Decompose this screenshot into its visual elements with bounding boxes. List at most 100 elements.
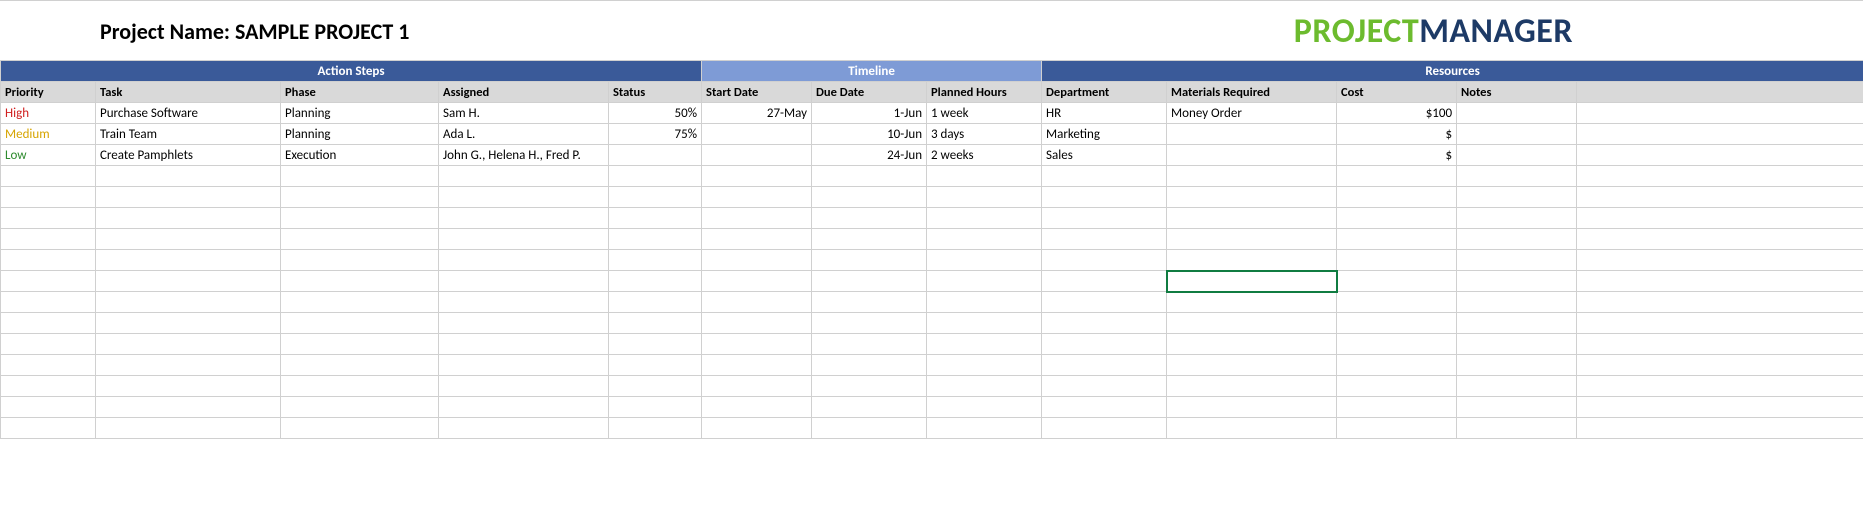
cell-assigned[interactable]: Ada L.	[439, 124, 609, 145]
cell[interactable]	[1337, 355, 1457, 376]
cell[interactable]	[1577, 418, 1863, 439]
cell[interactable]	[1577, 187, 1863, 208]
cell[interactable]	[1167, 397, 1337, 418]
cell[interactable]	[1337, 397, 1457, 418]
cell[interactable]	[1042, 397, 1167, 418]
cell-cost[interactable]: $100	[1337, 103, 1457, 124]
cell[interactable]	[1577, 313, 1863, 334]
cell[interactable]	[281, 187, 439, 208]
cell[interactable]	[96, 187, 281, 208]
cell[interactable]	[1457, 397, 1577, 418]
cell[interactable]	[927, 229, 1042, 250]
cell[interactable]	[812, 166, 927, 187]
cell-status[interactable]: 75%	[609, 124, 702, 145]
col-assigned[interactable]: Assigned	[439, 82, 609, 103]
col-cost[interactable]: Cost	[1337, 82, 1457, 103]
cell[interactable]	[812, 271, 927, 292]
col-priority[interactable]: Priority	[1, 82, 96, 103]
cell-start-date[interactable]: 27-May	[702, 103, 812, 124]
cell[interactable]	[1, 418, 96, 439]
cell[interactable]	[927, 313, 1042, 334]
cell[interactable]	[927, 250, 1042, 271]
cell[interactable]	[281, 355, 439, 376]
cell[interactable]	[439, 271, 609, 292]
cell[interactable]	[609, 397, 702, 418]
cell[interactable]	[281, 208, 439, 229]
cell[interactable]	[281, 334, 439, 355]
cell[interactable]	[439, 250, 609, 271]
cell[interactable]	[1, 397, 96, 418]
cell[interactable]	[281, 271, 439, 292]
cell[interactable]	[1577, 376, 1863, 397]
cell[interactable]	[281, 418, 439, 439]
cell[interactable]	[1042, 166, 1167, 187]
col-notes[interactable]: Notes	[1457, 82, 1577, 103]
cell[interactable]	[1, 166, 96, 187]
cell-materials[interactable]	[1167, 124, 1337, 145]
cell-notes[interactable]	[1457, 103, 1577, 124]
cell[interactable]	[927, 376, 1042, 397]
cell[interactable]	[812, 229, 927, 250]
cell[interactable]	[702, 229, 812, 250]
cell[interactable]	[1167, 166, 1337, 187]
cell[interactable]	[1577, 271, 1863, 292]
cell[interactable]	[702, 355, 812, 376]
cell[interactable]	[927, 334, 1042, 355]
cell[interactable]	[1, 376, 96, 397]
cell[interactable]	[439, 376, 609, 397]
cell[interactable]	[1167, 334, 1337, 355]
cell[interactable]	[927, 208, 1042, 229]
cell[interactable]	[1, 355, 96, 376]
cell[interactable]	[1042, 334, 1167, 355]
cell[interactable]	[281, 250, 439, 271]
cell[interactable]	[1577, 166, 1863, 187]
cell[interactable]	[1457, 187, 1577, 208]
cell-department[interactable]: Sales	[1042, 145, 1167, 166]
cell[interactable]	[96, 355, 281, 376]
cell[interactable]	[281, 166, 439, 187]
cell[interactable]	[1, 334, 96, 355]
cell[interactable]	[1, 187, 96, 208]
col-start-date[interactable]: Start Date	[702, 82, 812, 103]
project-table[interactable]: Action Steps Timeline Resources Priority…	[0, 60, 1863, 439]
cell-cost[interactable]: $	[1337, 124, 1457, 145]
cell[interactable]	[1167, 250, 1337, 271]
cell[interactable]	[281, 229, 439, 250]
cell[interactable]	[702, 397, 812, 418]
cell[interactable]	[702, 313, 812, 334]
cell[interactable]	[702, 418, 812, 439]
cell[interactable]	[927, 187, 1042, 208]
cell[interactable]	[609, 187, 702, 208]
cell[interactable]	[439, 166, 609, 187]
cell[interactable]	[1337, 334, 1457, 355]
cell[interactable]	[1457, 418, 1577, 439]
cell[interactable]	[812, 250, 927, 271]
cell[interactable]	[439, 418, 609, 439]
cell-task[interactable]: Create Pamphlets	[96, 145, 281, 166]
cell[interactable]	[927, 292, 1042, 313]
cell[interactable]	[1042, 271, 1167, 292]
cell[interactable]	[927, 271, 1042, 292]
cell[interactable]	[1337, 187, 1457, 208]
cell-extra[interactable]	[1577, 124, 1863, 145]
cell-department[interactable]: HR	[1042, 103, 1167, 124]
cell-assigned[interactable]: John G., Helena H., Fred P.	[439, 145, 609, 166]
cell[interactable]	[1, 229, 96, 250]
cell[interactable]	[439, 313, 609, 334]
cell[interactable]	[702, 334, 812, 355]
cell[interactable]	[1042, 187, 1167, 208]
cell[interactable]	[609, 271, 702, 292]
cell-status[interactable]: 50%	[609, 103, 702, 124]
cell[interactable]	[1042, 313, 1167, 334]
cell[interactable]	[1042, 208, 1167, 229]
cell-planned-hours[interactable]: 2 weeks	[927, 145, 1042, 166]
cell[interactable]	[609, 418, 702, 439]
cell-phase[interactable]: Planning	[281, 124, 439, 145]
cell[interactable]	[812, 418, 927, 439]
cell[interactable]	[96, 376, 281, 397]
cell[interactable]	[609, 376, 702, 397]
cell[interactable]	[1167, 187, 1337, 208]
cell[interactable]	[812, 313, 927, 334]
group-timeline[interactable]: Timeline	[702, 61, 1042, 82]
cell[interactable]	[1042, 418, 1167, 439]
